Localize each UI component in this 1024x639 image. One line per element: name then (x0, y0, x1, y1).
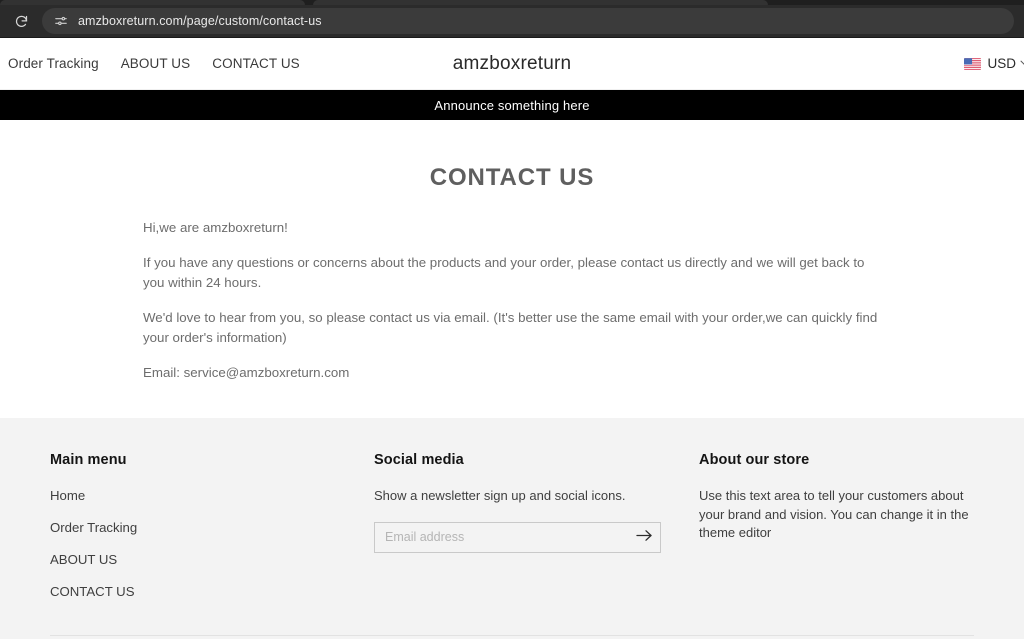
nav-item-about-us[interactable]: ABOUT US (121, 56, 191, 71)
browser-toolbar: amzboxreturn.com/page/custom/contact-us (0, 5, 1024, 37)
email-address-line: Email: service@amzboxreturn.com (143, 365, 350, 381)
about-store-description: Use this text area to tell your customer… (699, 487, 969, 541)
intro-paragraph: Hi,we are amzboxreturn! (143, 220, 288, 235)
newsletter-email-input[interactable] (375, 522, 660, 552)
chevron-down-icon (1020, 55, 1024, 67)
browser-chrome: amzboxreturn.com/page/custom/contact-us (0, 0, 1024, 38)
us-flag-icon (964, 57, 982, 70)
announcement-text: Announce something here (434, 97, 590, 113)
footer-heading-social-media: Social media (374, 451, 464, 468)
newsletter-submit-button[interactable] (628, 523, 660, 552)
email-note-paragraph: We'd love to hear from you, so please co… (143, 309, 878, 346)
footer-heading-about-store: About our store (699, 451, 810, 468)
announcement-bar: Announce something here (0, 90, 1024, 120)
newsletter-form (374, 521, 661, 553)
footer-link-home[interactable]: Home (50, 488, 85, 503)
address-bar[interactable]: amzboxreturn.com/page/custom/contact-us (42, 8, 1014, 34)
list-item: CONTACT US (50, 583, 374, 601)
page-main: CONTACT US Hi,we are amzboxreturn! If yo… (0, 120, 1024, 418)
footer-columns: Main menu Home Order Tracking ABOUT US C… (50, 452, 974, 635)
site-settings-icon[interactable] (52, 13, 69, 30)
footer-heading-main-menu: Main menu (50, 451, 127, 468)
list-item: Home (50, 487, 374, 505)
reload-icon[interactable] (10, 10, 32, 32)
footer-bottom: Pay Pal VISA mastercard (50, 636, 974, 639)
site-header: Order Tracking ABOUT US CONTACT US amzbo… (0, 38, 1024, 90)
footer-column-about-store: About our store Use this text area to te… (699, 452, 974, 544)
footer-link-about-us[interactable]: ABOUT US (50, 552, 117, 567)
list-item: Order Tracking (50, 519, 374, 537)
footer-link-contact-us[interactable]: CONTACT US (50, 584, 135, 599)
footer-link-order-tracking[interactable]: Order Tracking (50, 520, 137, 535)
nav-item-order-tracking[interactable]: Order Tracking (8, 56, 99, 71)
footer-menu-list: Home Order Tracking ABOUT US CONTACT US (50, 487, 374, 601)
page-body: Hi,we are amzboxreturn! If you have any … (139, 218, 885, 384)
site-logo-link[interactable]: amzboxreturn (453, 53, 572, 74)
footer-inner: Main menu Home Order Tracking ABOUT US C… (42, 452, 982, 639)
social-description: Show a newsletter sign up and social ico… (374, 487, 626, 503)
url-text[interactable]: amzboxreturn.com/page/custom/contact-us (78, 14, 1004, 28)
nav-item-contact-us[interactable]: CONTACT US (212, 56, 300, 71)
currency-code: USD (987, 56, 1016, 71)
site-footer: Main menu Home Order Tracking ABOUT US C… (0, 417, 1024, 639)
questions-paragraph: If you have any questions or concerns ab… (143, 254, 865, 291)
page-title: CONTACT US (429, 164, 595, 191)
footer-column-social-media: Social media Show a newsletter sign up a… (374, 452, 699, 553)
list-item: ABOUT US (50, 551, 374, 569)
currency-selector[interactable]: USD (964, 55, 1024, 71)
main-navigation: Order Tracking ABOUT US CONTACT US (8, 56, 300, 71)
footer-column-main-menu: Main menu Home Order Tracking ABOUT US C… (50, 452, 374, 601)
arrow-right-icon (635, 529, 653, 545)
